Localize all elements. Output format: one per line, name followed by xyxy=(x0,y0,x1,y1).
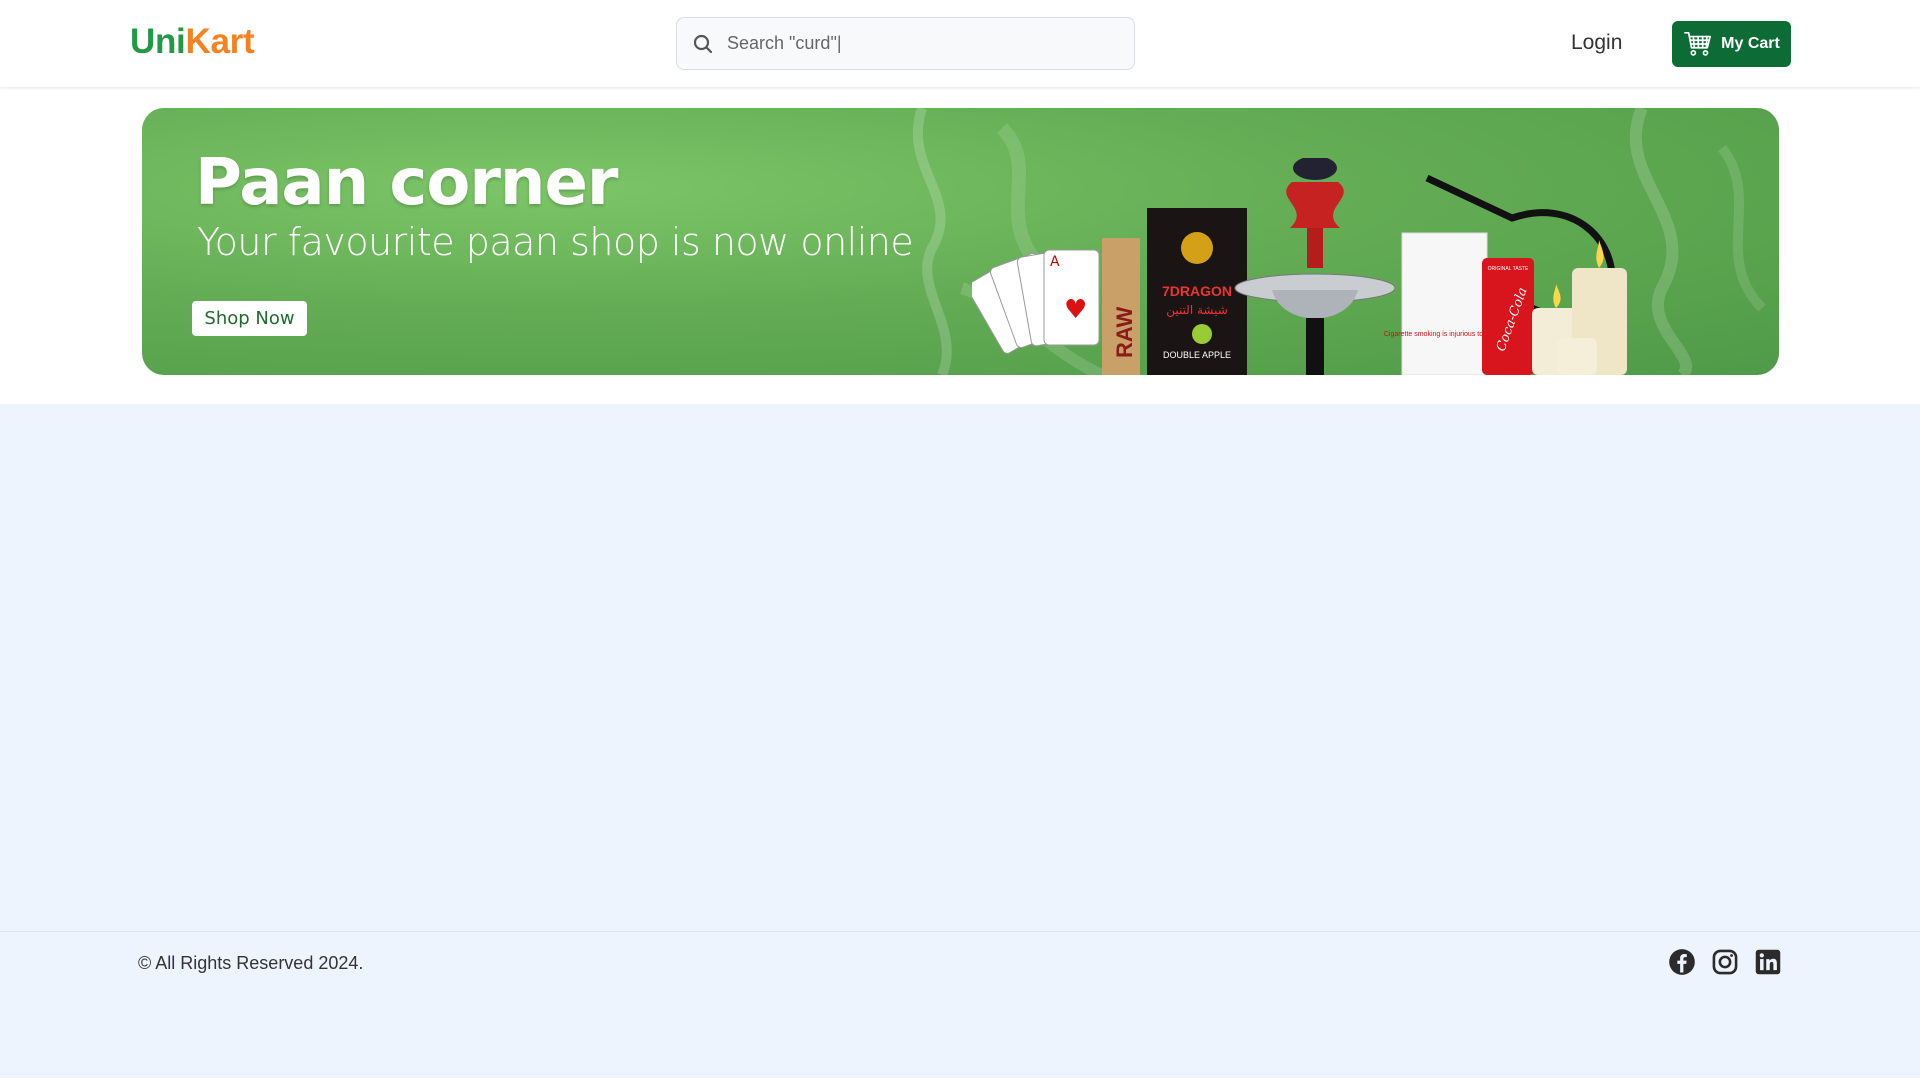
search-icon xyxy=(693,34,713,53)
shopping-cart-icon xyxy=(1684,31,1712,56)
unikart-logo[interactable]: UniKart xyxy=(130,22,255,62)
logo-text-uni: Uni xyxy=(130,22,186,61)
playing-cards: A ♥ xyxy=(972,249,1100,354)
my-cart-label: My Cart xyxy=(1721,35,1780,52)
my-cart-button[interactable]: My Cart xyxy=(1672,21,1791,67)
search-input[interactable] xyxy=(727,33,1107,54)
facebook-icon[interactable] xyxy=(1668,948,1696,976)
linkedin-icon[interactable] xyxy=(1754,948,1782,976)
paan-corner-banner[interactable]: Paan corner Your favourite paan shop is … xyxy=(142,108,1779,375)
soda-can: ORIGINAL TASTE Coca-Cola xyxy=(1482,258,1534,375)
svg-text:ORIGINAL TASTE: ORIGINAL TASTE xyxy=(1488,266,1529,272)
tobacco-box: 7DRAGON شيشة التنين DOUBLE APPLE xyxy=(1147,208,1247,375)
login-link[interactable]: Login xyxy=(1571,31,1622,55)
hookah xyxy=(1234,158,1396,375)
search-bar[interactable] xyxy=(676,17,1135,70)
top-header: UniKart Login My Cart xyxy=(0,0,1920,87)
svg-text:♥: ♥ xyxy=(1064,295,1087,325)
svg-text:7DRAGON: 7DRAGON xyxy=(1162,283,1232,299)
copyright-text: © All Rights Reserved 2024. xyxy=(138,953,364,973)
logo-text-kart: Kart xyxy=(185,22,255,61)
svg-text:RAW: RAW xyxy=(1112,306,1137,358)
svg-text:A: A xyxy=(1050,254,1060,270)
paan-products-illustration: A ♥ RAW 7DRAGON شيشة التنين DOUBLE APPLE xyxy=(972,158,1627,375)
rolling-papers: RAW xyxy=(1102,238,1140,375)
banner-subtitle: Your favourite paan shop is now online xyxy=(197,220,914,264)
svg-text:DOUBLE APPLE: DOUBLE APPLE xyxy=(1163,350,1231,360)
svg-text:شيشة التنين: شيشة التنين xyxy=(1166,303,1228,318)
instagram-icon[interactable] xyxy=(1711,948,1739,976)
footer-divider xyxy=(0,931,1920,932)
banner-title: Paan corner xyxy=(195,146,618,220)
shop-now-button[interactable]: Shop Now xyxy=(192,301,307,336)
